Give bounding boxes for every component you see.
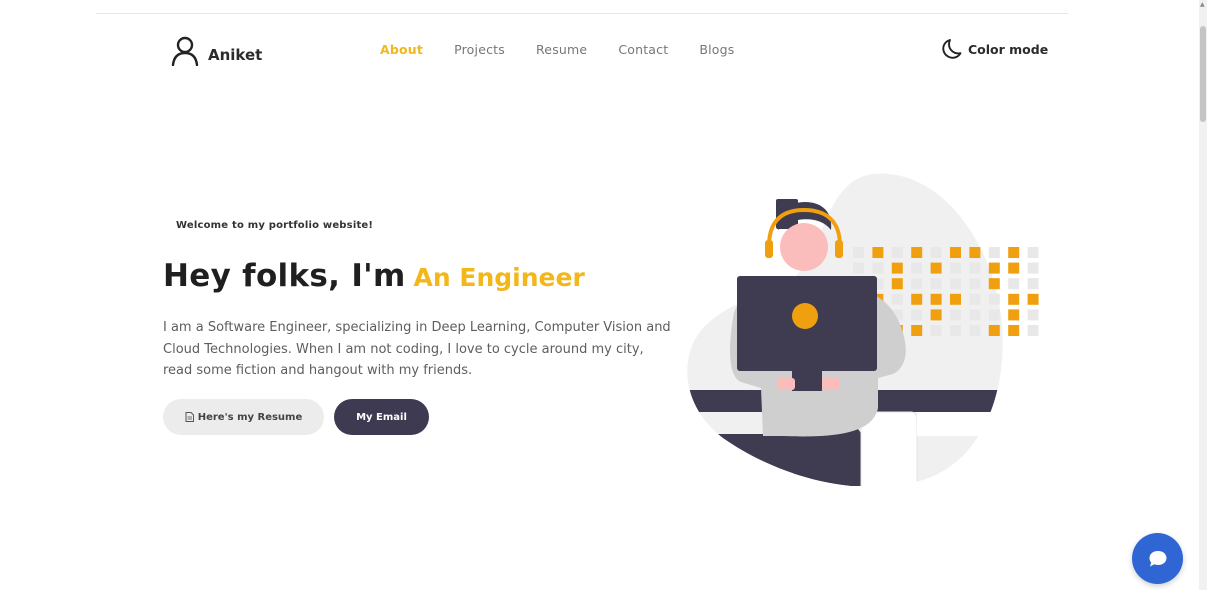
pattern-square: [930, 262, 942, 274]
pattern-square: [969, 309, 981, 321]
pattern-square: [1027, 293, 1039, 305]
pattern-square: [872, 262, 884, 274]
pattern-square: [1008, 247, 1020, 258]
pattern-square: [988, 325, 1000, 336]
chat-button[interactable]: [1132, 533, 1183, 584]
pattern-square: [969, 247, 981, 258]
pattern-square: [1027, 262, 1039, 274]
pattern-square: [950, 325, 961, 336]
hero-role: An Engineer: [413, 263, 585, 292]
pattern-square: [969, 262, 981, 274]
resume-button-label: Here's my Resume: [197, 411, 303, 423]
pattern-square: [872, 247, 884, 258]
pattern-square: [1008, 293, 1020, 305]
pattern-square: [969, 325, 981, 336]
welcome-text: Welcome to my portfolio website!: [176, 220, 374, 231]
pattern-square: [1008, 309, 1020, 321]
pattern-square: [930, 278, 942, 290]
main-nav: About Projects Resume Contact Blogs: [380, 42, 766, 57]
pattern-square: [988, 278, 1000, 290]
resume-button[interactable]: Here's my Resume: [163, 399, 324, 435]
hero-heading: Hey folks, I'm An Engineer: [163, 258, 585, 294]
brand[interactable]: Aniket: [171, 36, 262, 66]
developer-illustration: [687, 173, 1039, 486]
pattern-square: [891, 293, 903, 305]
pattern-square: [988, 247, 1000, 258]
nav-contact[interactable]: Contact: [618, 42, 668, 57]
document-icon: [185, 412, 194, 422]
hero-bio: I am a Software Engineer, specializing i…: [163, 320, 671, 378]
color-mode-label: Color mode: [968, 41, 1049, 57]
pattern-square: [950, 247, 961, 258]
pattern-square: [911, 309, 923, 321]
pattern-square: [969, 278, 981, 290]
nav-blogs[interactable]: Blogs: [699, 42, 734, 57]
pattern-square: [1008, 278, 1020, 290]
pattern-square: [988, 309, 1000, 321]
pattern-square: [853, 247, 864, 258]
nav-projects[interactable]: Projects: [454, 42, 505, 57]
site-header: Aniket About Projects Resume Contact Blo…: [0, 0, 1199, 100]
page-scrollbar[interactable]: ▲: [1199, 0, 1207, 590]
pattern-square: [1008, 325, 1020, 336]
pattern-square: [930, 309, 942, 321]
pattern-square: [1027, 278, 1039, 290]
scrollbar-thumb[interactable]: [1200, 26, 1206, 122]
chat-icon: [1149, 551, 1166, 567]
pattern-square: [950, 293, 961, 305]
color-mode-toggle[interactable]: Color mode: [941, 38, 1048, 60]
brand-name: Aniket: [208, 45, 263, 64]
pattern-square: [891, 247, 903, 258]
nav-about[interactable]: About: [380, 42, 423, 57]
pattern-square: [1027, 309, 1039, 321]
pattern-square: [891, 262, 903, 274]
pattern-square: [950, 309, 961, 321]
email-button-label: My Email: [356, 411, 407, 423]
pattern-square: [930, 293, 942, 305]
pattern-square: [1027, 325, 1039, 336]
pattern-square: [969, 293, 981, 305]
pattern-square: [950, 262, 961, 274]
pattern-square: [930, 247, 942, 258]
pattern-square: [891, 278, 903, 290]
pattern-square: [911, 247, 923, 258]
moon-icon: [942, 39, 962, 59]
pattern-square: [1027, 247, 1039, 258]
pattern-square: [988, 293, 1000, 305]
scroll-up-arrow-icon[interactable]: ▲: [1200, 2, 1205, 8]
pattern-square: [911, 262, 923, 274]
pattern-square: [853, 262, 864, 274]
pattern-square: [1008, 262, 1020, 274]
pattern-square: [950, 278, 961, 290]
nav-resume[interactable]: Resume: [536, 42, 587, 57]
pattern-square: [988, 262, 1000, 274]
user-icon: [171, 36, 199, 66]
pattern-square: [930, 325, 942, 336]
pattern-square: [911, 293, 923, 305]
email-button[interactable]: My Email: [334, 399, 429, 435]
hero-greeting: Hey folks, I'm: [163, 258, 406, 294]
pattern-square: [911, 325, 923, 336]
pattern-square: [911, 278, 923, 290]
